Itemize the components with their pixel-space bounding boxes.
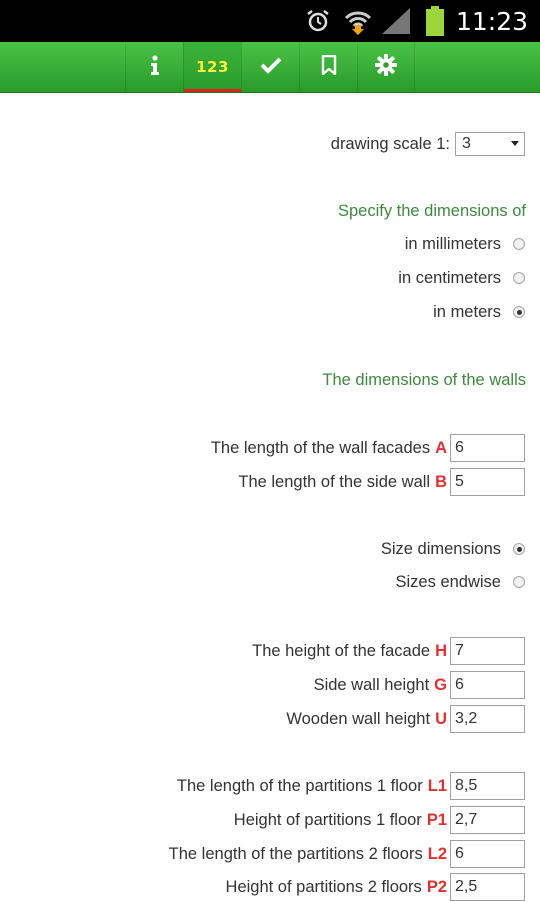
field-label: Wooden wall height bbox=[286, 709, 431, 728]
size-option-endwise[interactable]: Sizes endwise bbox=[396, 567, 525, 597]
scale-label: drawing scale 1: bbox=[330, 134, 450, 153]
battery-icon bbox=[420, 0, 450, 42]
field-label: The height of the facade bbox=[252, 641, 431, 660]
field-letter: P1 bbox=[426, 810, 447, 829]
scale-value: 3 bbox=[462, 135, 471, 152]
field-letter: U bbox=[435, 709, 447, 728]
field-row-p2: Height of partitions 2 floors P2 bbox=[226, 872, 525, 902]
bookmark-icon bbox=[321, 54, 337, 80]
field-row-h: The height of the facade H bbox=[252, 636, 525, 666]
field-label: The length of the partitions 1 floor bbox=[176, 776, 423, 795]
unit-option-label: in centimeters bbox=[398, 268, 501, 287]
tab-check[interactable] bbox=[241, 42, 299, 92]
partitions-2-floors-height-input[interactable] bbox=[450, 873, 525, 901]
signal-icon bbox=[378, 0, 414, 42]
field-letter: L1 bbox=[427, 776, 447, 795]
unit-option-centimeters[interactable]: in centimeters bbox=[398, 263, 525, 293]
field-letter: B bbox=[435, 472, 447, 491]
field-row-p1: Height of partitions 1 floor P1 bbox=[234, 805, 525, 835]
radio-meters[interactable] bbox=[513, 306, 525, 318]
unit-option-meters[interactable]: in meters bbox=[433, 297, 525, 327]
field-letter: P2 bbox=[426, 877, 447, 896]
gear-icon bbox=[375, 53, 397, 81]
clock: 11:23 bbox=[455, 7, 528, 36]
tab-numbers-label: 123 bbox=[196, 58, 229, 76]
field-row-a: The length of the wall facades A bbox=[211, 433, 525, 463]
size-option-label: Size dimensions bbox=[380, 539, 501, 558]
unit-option-millimeters[interactable]: in millimeters bbox=[405, 229, 525, 259]
scale-row: drawing scale 1: 3 bbox=[331, 129, 525, 159]
info-icon bbox=[148, 54, 162, 80]
field-label: Height of partitions 2 floors bbox=[225, 877, 422, 896]
radio-millimeters[interactable] bbox=[513, 238, 525, 250]
walls-heading: The dimensions of the walls bbox=[322, 371, 526, 389]
app-toolbar: 123 bbox=[0, 42, 540, 93]
unit-option-label: in millimeters bbox=[404, 234, 501, 253]
tab-numbers[interactable]: 123 bbox=[183, 42, 241, 92]
status-bar: 11:23 bbox=[0, 0, 540, 42]
field-row-l1: The length of the partitions 1 floor L1 bbox=[177, 771, 525, 801]
field-letter: A bbox=[435, 438, 447, 457]
partitions-1-floor-height-input[interactable] bbox=[450, 806, 525, 834]
field-label: The length of the wall facades bbox=[210, 438, 431, 457]
field-row-b: The length of the side wall B bbox=[238, 467, 525, 497]
field-row-l2: The length of the partitions 2 floors L2 bbox=[169, 839, 525, 869]
wall-facades-length-input[interactable] bbox=[450, 434, 525, 462]
partitions-2-floors-length-input[interactable] bbox=[450, 840, 525, 868]
partitions-1-floor-length-input[interactable] bbox=[450, 772, 525, 800]
field-row-u: Wooden wall height U bbox=[286, 704, 525, 734]
wooden-wall-height-input[interactable] bbox=[450, 705, 525, 733]
tab-settings[interactable] bbox=[357, 42, 415, 92]
units-heading: Specify the dimensions of bbox=[337, 202, 526, 220]
field-letter: H bbox=[435, 641, 447, 660]
field-label: Height of partitions 1 floor bbox=[233, 810, 422, 829]
tab-info[interactable] bbox=[125, 42, 183, 92]
tab-bookmark[interactable] bbox=[299, 42, 357, 92]
facade-height-input[interactable] bbox=[450, 637, 525, 665]
radio-centimeters[interactable] bbox=[513, 272, 525, 284]
dropdown-arrow-icon bbox=[511, 141, 519, 146]
field-letter: G bbox=[434, 675, 447, 694]
side-wall-height-input[interactable] bbox=[450, 671, 525, 699]
field-label: The length of the side wall bbox=[238, 472, 431, 491]
alarm-icon bbox=[303, 0, 333, 42]
field-label: Side wall height bbox=[313, 675, 430, 694]
side-wall-length-input[interactable] bbox=[450, 468, 525, 496]
field-label: The length of the partitions 2 floors bbox=[168, 844, 423, 863]
unit-option-label: in meters bbox=[433, 302, 501, 321]
size-option-label: Sizes endwise bbox=[395, 572, 501, 591]
scale-select[interactable]: 3 bbox=[455, 132, 525, 156]
size-option-dimensions[interactable]: Size dimensions bbox=[381, 534, 525, 564]
radio-size-dimensions[interactable] bbox=[513, 543, 525, 555]
field-letter: L2 bbox=[427, 844, 447, 863]
check-icon bbox=[260, 56, 282, 79]
field-row-g: Side wall height G bbox=[314, 670, 525, 700]
wifi-icon bbox=[340, 0, 376, 42]
radio-sizes-endwise[interactable] bbox=[513, 576, 525, 588]
